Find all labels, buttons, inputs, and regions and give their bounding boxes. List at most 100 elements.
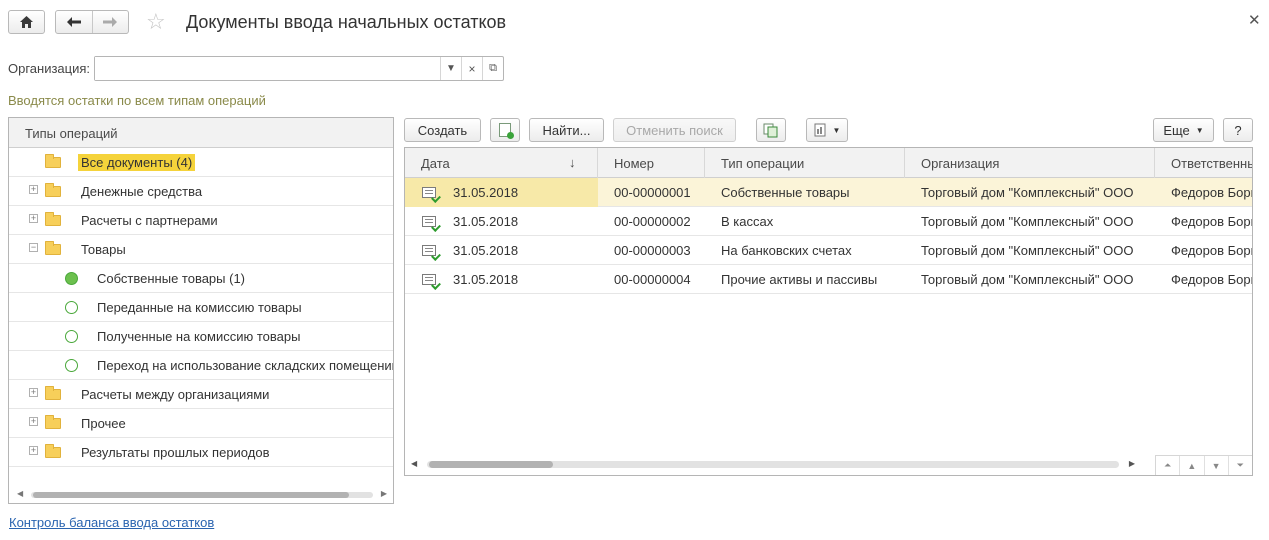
column-header-operation-type[interactable]: Тип операции: [705, 148, 905, 178]
documents-icon: [763, 123, 778, 137]
page-up-icon[interactable]: ▲: [1180, 456, 1205, 475]
cell-date: 31.05.2018: [405, 236, 598, 265]
tree-item[interactable]: + Расчеты между организациями: [9, 380, 393, 409]
org-label: Организация:: [8, 61, 91, 76]
tree-item-label: Расчеты с партнерами: [81, 213, 218, 228]
folder-icon: [45, 212, 61, 226]
create-button[interactable]: Создать: [404, 118, 481, 142]
date-text: 31.05.2018: [453, 185, 519, 200]
tree-item[interactable]: + Прочее: [9, 409, 393, 438]
cell-responsible: Федоров Борис: [1171, 185, 1252, 200]
tree-item-label: Результаты прошлых периодов: [81, 445, 270, 460]
tree-item[interactable]: − Товары: [9, 235, 393, 264]
column-header-number[interactable]: Номер: [598, 148, 705, 178]
cell-number: 00-00000001: [614, 185, 691, 200]
tree-item[interactable]: Переход на использование складских помещ…: [9, 351, 393, 380]
tree-item[interactable]: + Результаты прошлых периодов: [9, 438, 393, 467]
org-input[interactable]: [95, 57, 440, 80]
navigation-buttons: [55, 10, 129, 34]
column-header-date[interactable]: Дата ↓: [405, 148, 598, 178]
status-circle-icon: [65, 330, 78, 343]
document-add-icon: [499, 123, 514, 139]
cell-responsible: Федоров Борис: [1171, 243, 1252, 258]
tree-horizontal-scrollbar[interactable]: ◀ ▶: [17, 489, 387, 499]
balance-control-link[interactable]: Контроль баланса ввода остатков: [9, 515, 214, 530]
cancel-search-button[interactable]: Отменить поиск: [613, 118, 736, 142]
open-button[interactable]: ⧉: [482, 57, 503, 80]
arrow-right-icon: [103, 17, 118, 27]
grid-horizontal-scrollbar[interactable]: ◀ ▶: [411, 458, 1135, 470]
cell-operation-type: Собственные товары: [721, 185, 850, 200]
page-down-icon[interactable]: ▼: [1205, 456, 1229, 475]
posted-document-icon: [422, 274, 436, 285]
status-circle-icon: [65, 301, 78, 314]
clear-button[interactable]: ×: [461, 57, 482, 80]
org-field: ▼ × ⧉: [94, 56, 504, 81]
close-icon[interactable]: ✕: [1248, 11, 1261, 29]
scroll-left-icon[interactable]: ◀: [17, 489, 23, 498]
expand-icon[interactable]: +: [29, 388, 38, 397]
scroll-to-top-icon[interactable]: ⏶: [1156, 456, 1181, 475]
tree-item[interactable]: Собственные товары (1): [9, 264, 393, 293]
folder-icon: [45, 183, 61, 197]
sort-desc-icon: ↓: [569, 155, 576, 170]
posted-document-icon: [422, 245, 436, 256]
cell-number: 00-00000002: [614, 214, 691, 229]
expand-icon[interactable]: +: [29, 214, 38, 223]
table-row[interactable]: 31.05.2018 00-00000003 На банковских счета…: [405, 236, 1252, 265]
dropdown-button[interactable]: ▼: [440, 57, 461, 80]
generate-button[interactable]: [756, 118, 786, 142]
tree-item-label: Переданные на комиссию товары: [97, 300, 302, 315]
cell-responsible: Федоров Борис: [1171, 214, 1252, 229]
home-icon: [20, 16, 33, 28]
more-button[interactable]: Еще ▼: [1153, 118, 1214, 142]
table-row[interactable]: 31.05.2018 00-00000002 В кассах Торговый до…: [405, 207, 1252, 236]
star-icon[interactable]: ☆: [146, 10, 166, 34]
collapse-icon[interactable]: −: [29, 243, 38, 252]
find-button[interactable]: Найти...: [529, 118, 604, 142]
cell-organization: Торговый дом "Комплексный" ООО: [921, 185, 1134, 200]
expand-icon[interactable]: +: [29, 185, 38, 194]
cell-organization: Торговый дом "Комплексный" ООО: [921, 243, 1134, 258]
tree-item[interactable]: Все документы (4): [9, 148, 393, 177]
home-button[interactable]: [8, 10, 45, 34]
cell-responsible: Федоров Борис: [1171, 272, 1252, 287]
scroll-right-icon[interactable]: ▶: [1129, 459, 1135, 468]
tree-item[interactable]: Переданные на комиссию товары: [9, 293, 393, 322]
tree-item[interactable]: + Расчеты с партнерами: [9, 206, 393, 235]
list-navigation: ⏶ ▲ ▼ ⏷: [1155, 455, 1252, 475]
cell-date: 31.05.2018: [405, 265, 598, 294]
chevron-down-icon: ▼: [1195, 125, 1204, 135]
scroll-right-icon[interactable]: ▶: [381, 489, 387, 498]
cell-date: 31.05.2018: [405, 178, 598, 207]
expand-icon[interactable]: +: [29, 417, 38, 426]
scrollbar-thumb[interactable]: [429, 461, 553, 468]
tree-item-label: Собственные товары (1): [97, 271, 246, 286]
create-copy-button[interactable]: [490, 118, 520, 142]
clear-icon: ×: [468, 61, 476, 76]
expand-icon[interactable]: +: [29, 446, 38, 455]
folder-icon: [45, 154, 61, 168]
folder-icon: [45, 415, 61, 429]
scrollbar-thumb[interactable]: [33, 492, 349, 498]
column-header-responsible[interactable]: Ответственный: [1155, 148, 1252, 178]
forward-button[interactable]: [91, 11, 129, 33]
column-date-label: Дата: [421, 156, 450, 171]
open-window-icon: ⧉: [489, 62, 497, 74]
scroll-to-bottom-icon[interactable]: ⏷: [1229, 456, 1252, 475]
tree-item-label: Все документы (4): [78, 154, 196, 171]
scroll-left-icon[interactable]: ◀: [411, 459, 417, 468]
help-button[interactable]: ?: [1223, 118, 1253, 142]
table-row[interactable]: 31.05.2018 00-00000004 Прочие активы и пас…: [405, 265, 1252, 294]
tree-item-label: Денежные средства: [81, 184, 203, 199]
reports-button[interactable]: ▼: [806, 118, 848, 142]
tree-item-label: Товары: [81, 242, 126, 257]
tree-item[interactable]: + Денежные средства: [9, 177, 393, 206]
report-icon: [814, 123, 826, 137]
status-circle-icon: [65, 359, 78, 372]
date-text: 31.05.2018: [453, 272, 519, 287]
table-row[interactable]: 31.05.2018 00-00000001 Собственные товары Т…: [405, 178, 1252, 207]
tree-item[interactable]: Полученные на комиссию товары: [9, 322, 393, 351]
back-button[interactable]: [56, 11, 92, 33]
column-header-organization[interactable]: Организация: [905, 148, 1155, 178]
